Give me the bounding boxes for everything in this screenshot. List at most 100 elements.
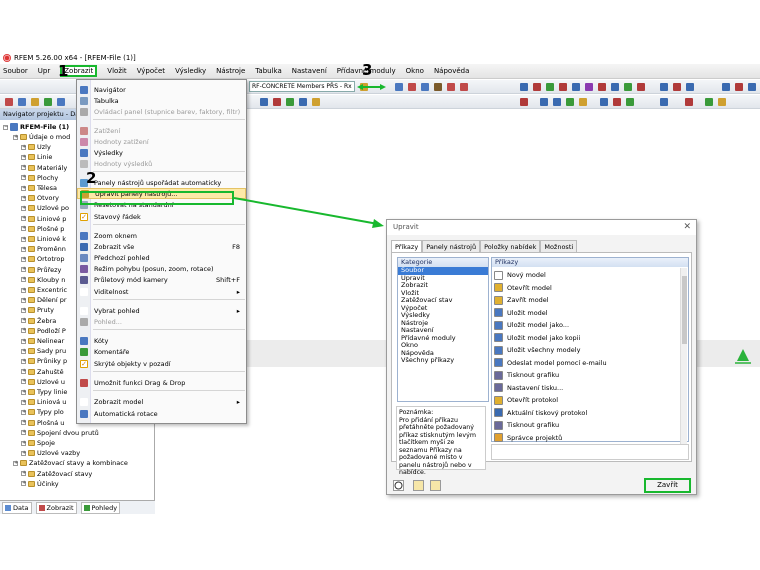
expand-icon[interactable]: + <box>21 277 26 283</box>
menu-okno[interactable]: Okno <box>406 66 424 76</box>
module-combo-box[interactable]: RF-CONCRETE Members PŘS - Rx <box>249 81 355 92</box>
tree-item[interactable]: + Plošné p <box>21 225 64 233</box>
toolbar-tool-icon[interactable] <box>31 98 39 106</box>
tree-item[interactable]: + Tělesa <box>21 184 57 192</box>
menu-item[interactable]: Tabulka <box>77 95 246 106</box>
command-item[interactable]: Uložit všechny modely <box>494 344 580 357</box>
toolbar-tool-icon[interactable] <box>748 83 756 91</box>
expand-icon[interactable]: + <box>21 144 26 150</box>
toolbar-tool-icon[interactable] <box>533 83 541 91</box>
tree-item[interactable]: + Průřezy <box>21 266 61 274</box>
toolbar-tool-icon[interactable] <box>566 98 574 106</box>
tree-item[interactable]: + Zatěžovací stavy a kombinace <box>13 459 128 467</box>
menu-item[interactable]: Komentáře <box>77 346 246 357</box>
expand-icon[interactable]: + <box>21 297 26 303</box>
tree-item[interactable]: + Typy plo <box>21 408 64 416</box>
toolbar-tool-icon[interactable] <box>57 98 65 106</box>
expand-icon[interactable]: + <box>21 165 26 171</box>
tree-item[interactable]: + Průniky p <box>21 357 67 365</box>
expand-icon[interactable]: + <box>21 267 26 273</box>
toolbar-tool-icon[interactable] <box>579 98 587 106</box>
tree-item[interactable]: + Uzly <box>21 143 51 151</box>
tab-data[interactable]: Data <box>2 501 32 514</box>
expand-icon[interactable]: + <box>21 481 26 487</box>
toolbar-tool-icon[interactable] <box>299 98 307 106</box>
menu-tabulka[interactable]: Tabulka <box>255 66 281 76</box>
scrollbar-thumb[interactable] <box>682 276 687 344</box>
menu-item[interactable]: Automatická rotace <box>77 408 246 419</box>
expand-icon[interactable]: + <box>21 471 26 477</box>
tree-item[interactable]: + Uzlové po <box>21 204 69 212</box>
expand-icon[interactable]: + <box>21 175 26 181</box>
menu-item[interactable]: ✓ Stavový řádek <box>77 211 246 222</box>
expand-icon[interactable]: + <box>21 430 26 436</box>
command-item[interactable]: Zavřít model <box>494 294 549 307</box>
tree-item[interactable]: + Linie <box>21 153 52 161</box>
toolbar-tool-icon[interactable] <box>460 83 468 91</box>
toolbar-tool-icon[interactable] <box>673 83 681 91</box>
tab-polozky-nabidek[interactable]: Položky nabídek <box>480 240 541 252</box>
tab-zobrazit[interactable]: Zobrazit <box>35 501 77 514</box>
menu-item[interactable]: Výsledky <box>77 147 246 158</box>
toolbar-tool-icon[interactable] <box>559 83 567 91</box>
tree-item[interactable]: + Podloží P <box>21 327 66 335</box>
menu-item[interactable]: Panely nástrojů uspořádat automaticky <box>77 177 246 188</box>
menu-nastroje[interactable]: Nástroje <box>216 66 245 76</box>
tree-item[interactable]: + Klouby n <box>21 276 65 284</box>
expand-icon[interactable]: + <box>21 420 26 426</box>
command-item[interactable]: Uložit model jako kopii <box>494 332 580 345</box>
categories-list[interactable]: Kategorie Soubor Upravit Zobrazit Vložit Zat… <box>397 257 489 402</box>
toolbar-tool-icon[interactable] <box>553 98 561 106</box>
expand-icon[interactable]: + <box>21 226 26 232</box>
tree-item[interactable]: + Uzlové u <box>21 378 65 386</box>
toolbar-tool-icon[interactable] <box>286 98 294 106</box>
category-item[interactable]: Všechny příkazy <box>398 356 488 365</box>
toolbar-tool-icon[interactable] <box>260 98 268 106</box>
toolbar-tool-icon[interactable] <box>18 98 26 106</box>
tree-item[interactable]: + Zatěžovací stavy <box>21 470 92 478</box>
expand-icon[interactable]: + <box>13 460 18 466</box>
toolbar-tool-icon[interactable] <box>722 83 730 91</box>
menu-item[interactable]: ✓ Skrýté objekty v pozadí <box>77 358 246 369</box>
toolbar-tool-icon[interactable] <box>686 83 694 91</box>
tree-item[interactable]: + Plošná u <box>21 419 64 427</box>
command-item[interactable]: Nastavení tisku... <box>494 382 563 395</box>
toolbar-tool-icon[interactable] <box>624 83 632 91</box>
tree-item[interactable]: + Ortotrop <box>21 255 65 263</box>
toolbar-tool-icon[interactable] <box>408 83 416 91</box>
toolbar-tool-icon[interactable] <box>585 83 593 91</box>
command-item[interactable]: Otevřít protokol <box>494 394 558 407</box>
expand-icon[interactable]: + <box>21 409 26 415</box>
toolbar-tool-icon[interactable] <box>421 83 429 91</box>
tree-item[interactable]: + Uzlové vazby <box>21 449 80 457</box>
menu-item[interactable]: Průletový mód kamery Shift+F <box>77 274 246 285</box>
tree-item[interactable]: + Spoje <box>21 439 55 447</box>
expand-icon[interactable]: + <box>21 307 26 313</box>
tree-item[interactable]: + Plochy <box>21 174 58 182</box>
menu-vypocet[interactable]: Výpočet <box>137 66 165 76</box>
expand-icon[interactable]: + <box>21 236 26 242</box>
menu-upravit[interactable]: Upr <box>38 66 50 76</box>
command-item[interactable]: Tisknout grafiku <box>494 369 559 382</box>
command-item[interactable]: Otevřít model <box>494 282 552 295</box>
tree-root[interactable]: − RFEM-File (1) <box>3 123 69 131</box>
menu-item[interactable]: Zobrazit vše F8 <box>77 241 246 252</box>
tab-pohledy[interactable]: Pohledy <box>80 501 121 514</box>
tree-item[interactable]: + Liniové k <box>21 235 66 243</box>
tree-item[interactable]: + Otvory <box>21 194 59 202</box>
command-item[interactable]: Nový model <box>494 269 546 282</box>
menu-item[interactable]: Režim pohybu (posun, zoom, rotace) <box>77 263 246 274</box>
tree-item[interactable]: + Proměnn <box>21 245 66 253</box>
toolbar-tool-icon[interactable] <box>312 98 320 106</box>
toolbar-tool-icon[interactable] <box>600 98 608 106</box>
import-icon[interactable] <box>413 480 424 491</box>
command-item[interactable]: Tisknout grafiku <box>494 419 559 432</box>
toolbar-tool-icon[interactable] <box>273 98 281 106</box>
toolbar-tool-icon[interactable] <box>718 98 726 106</box>
tab-moznosti[interactable]: Možnosti <box>540 240 578 252</box>
expand-icon[interactable]: + <box>21 369 26 375</box>
export-icon[interactable] <box>430 480 441 491</box>
menu-vlozit[interactable]: Vložit <box>107 66 126 76</box>
toolbar-tool-icon[interactable] <box>660 83 668 91</box>
menu-item[interactable]: Ovládací panel (stupnice barev, faktory,… <box>77 106 246 117</box>
